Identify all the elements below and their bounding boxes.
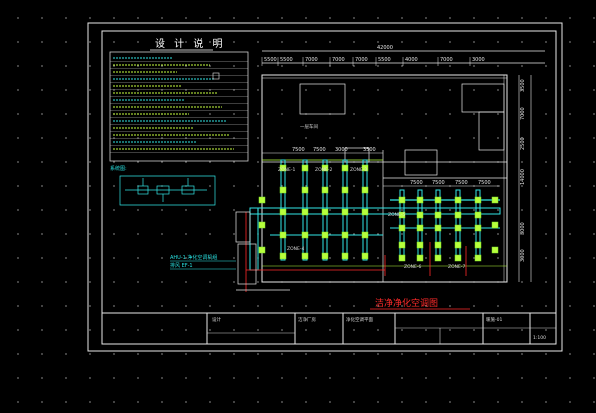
top-dimension: 5500 [378,57,391,63]
right-dimension: 3500 [520,79,526,92]
top-dimension: 5500 [280,57,293,63]
tb-sheet-name: 净化空调平面 [346,316,373,323]
middle-dimension: 7500 [313,147,326,153]
detail-note-1: AHU-1 净化空调机组 [170,254,217,261]
zone-label: ZONE-6 [404,264,421,270]
notes-title: 设 计 说 明 [155,37,226,50]
zone-label: ZONE-2 [315,167,332,173]
middle-dimension: 7500 [292,147,305,153]
middle-dimension: 3000 [335,147,348,153]
top-dimension-texts: 5500 5500 7000 7000 7000 5500 4000 7000 3000 [261,57,485,66]
right-dimension: 2500 [520,137,526,150]
zone-label: ZONE-7 [448,264,465,270]
plan-title: 洁净净化空调图 [375,297,438,309]
top-dimension: 7000 [440,57,453,63]
middle-dimension: 7500 [410,180,423,186]
top-dimension: 7000 [355,57,368,63]
notes-text-lines [110,57,248,153]
right-dimension-texts: 3500 7000 2500 14000 3000 3000 [520,79,526,262]
middle-dimension: 7500 [455,180,468,186]
room-label: 一层车间 [300,123,318,130]
tb-drawing-no: 暖施-01 [486,316,502,323]
zone-label: ZONE-5 [388,212,405,218]
title-block: 设计 洁净厂房 净化空调平面 暖施-01 1:100 [101,312,557,345]
right-dimension: 3000 [520,222,526,235]
tb-scale: 1:100 [533,335,546,341]
design-notes-block: 设 计 说 明 [109,37,249,162]
middle-dimension: 7500 [478,180,491,186]
schematic-label: 系统图: [110,165,127,172]
right-dimension: 3000 [520,249,526,262]
tb-project: 洁净厂房 [298,316,316,323]
tb-designer: 设计 [212,316,221,323]
top-dimension: 5500 [264,57,277,63]
zone-label: ZONE-4 [287,246,304,252]
drawing-sheet[interactable]: 设 计 说 明 系统图: 42000 5500 5500 7000 7000 7000 5… [0,0,596,413]
supply-ducts [249,159,501,271]
notes-symbol-icon [212,72,220,80]
detail-note-2: 排风 EF-1 [170,262,193,269]
zone-label: ZONE-3 [350,167,367,173]
top-dimension: 7000 [332,57,345,63]
top-dimension: 7000 [305,57,318,63]
middle-dimension: 7500 [432,180,445,186]
top-dimension: 3000 [472,57,485,63]
top-dimension: 4000 [405,57,418,63]
middle-dimension: 3500 [363,147,376,153]
plan-drawing: 42000 5500 5500 7000 7000 7000 5500 4000 7000 30… [170,45,545,310]
ahu-schematic: 系统图: [110,165,216,206]
right-dimension: 14000 [520,169,526,185]
right-dimension: 7000 [520,107,526,120]
zone-label: ZONE-1 [278,167,295,173]
total-width-dimension: 42000 [377,45,393,51]
